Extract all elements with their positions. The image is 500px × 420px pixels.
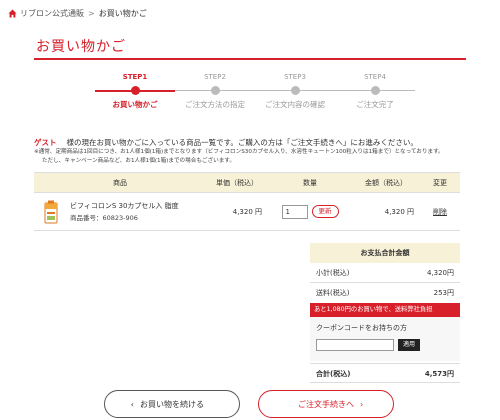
home-icon[interactable] [8, 8, 17, 18]
step-label: ご注文方法の指定 [185, 100, 245, 109]
step-label: ご注文内容の確認 [265, 100, 325, 109]
subtotal-value: 4,320円 [426, 269, 454, 277]
title-divider [34, 58, 466, 60]
step-dot [210, 86, 220, 95]
coupon-apply-button[interactable]: 適用 [398, 339, 421, 351]
product-code: 商品番号：60823-906 [70, 214, 138, 222]
page-title: お買い物かご [36, 39, 126, 55]
step-4: STEP4 ご注文完了 [335, 72, 415, 110]
col-header-unit-price: 単価（税込） [206, 172, 268, 193]
change-cell: 削除 [420, 192, 460, 231]
notice-note-1: ※通常、定期商品は1回目につき、お1人様1個(1箱)までとなります（ビフィコロン… [34, 149, 444, 155]
breadcrumb-current: お買い物かご [98, 8, 147, 18]
update-button[interactable]: 更新 [311, 205, 339, 218]
subtotal-label: 小計(税込) [316, 269, 350, 277]
amount: 4,320 円 [352, 192, 420, 231]
total-label: 合計(税込) [316, 370, 351, 378]
proceed-checkout-label: ご注文手続きへ [298, 399, 354, 409]
total-row: 合計(税込) 4,573円 [310, 363, 460, 383]
shipping-value: 253円 [433, 289, 454, 297]
step-2: STEP2 ご注文方法の指定 [175, 72, 255, 110]
step-label: ご注文完了 [356, 100, 394, 109]
step-number: STEP3 [284, 73, 306, 81]
coupon-label: クーポンコードをお持ちの方 [316, 324, 407, 332]
payment-summary: お支払合計金額 小計(税込) 4,320円 送料(税込) 253円 あと1,08… [310, 243, 460, 383]
product-thumbnail[interactable] [44, 200, 58, 224]
notice-main-text: 様の現在お買い物かごに入っている商品一覧です。ご購入の方は「ご注文手続きへ」にお… [66, 138, 418, 147]
step-3: STEP3 ご注文内容の確認 [255, 72, 335, 110]
step-number: STEP4 [364, 73, 386, 81]
table-row: ビフィコロンS 30カプセル入 脂度 商品番号：60823-906 4,320 … [34, 192, 460, 231]
col-header-quantity: 数量 [268, 172, 352, 193]
breadcrumb: リブロン公式通販 > お買い物かご [8, 6, 147, 20]
step-dot [290, 86, 300, 95]
product-cell: ビフィコロンS 30カプセル入 脂度 商品番号：60823-906 [34, 192, 206, 231]
quantity-cell: 1 更新 [268, 192, 352, 231]
proceed-checkout-button[interactable]: › ご注文手続きへ › [258, 390, 394, 418]
step-number: STEP2 [204, 73, 226, 81]
table-header-row: 商品 単価（税込） 数量 金額（税込） 変更 [34, 172, 460, 193]
chevron-right-icon: › [360, 399, 364, 409]
summary-title: お支払合計金額 [310, 243, 460, 263]
coupon-code-input[interactable] [316, 339, 394, 351]
total-value: 4,573円 [424, 370, 454, 378]
cart-table: 商品 単価（税込） 数量 金額（税込） 変更 ビフィコロンS 30カプセル入 脂… [34, 172, 460, 231]
shipping-label: 送料(税込) [316, 289, 350, 297]
step-1: STEP1 お買い物かご [95, 72, 175, 110]
subtotal-row: 小計(税込) 4,320円 [310, 263, 460, 283]
step-label: お買い物かご [112, 100, 158, 109]
continue-shopping-button[interactable]: ‹ お買い物を続ける ‹ [104, 390, 240, 418]
quantity-input[interactable]: 1 [281, 204, 308, 219]
product-name[interactable]: ビフィコロンS 30カプセル入 脂度 [70, 201, 179, 212]
free-shipping-alert: あと1,080円のお買い物で、送料弊社負担 [310, 303, 460, 317]
cart-notice: ゲスト 様の現在お買い物かごに入っている商品一覧です。ご購入の方は「ご注文手続きへ… [34, 137, 474, 166]
guest-label: ゲスト [34, 138, 57, 147]
breadcrumb-home-link[interactable]: リブロン公式通販 [20, 8, 84, 19]
notice-note-2: ただし、キャンペーン商品など、お1人様1個(1箱)までの場合もございます。 [42, 158, 235, 164]
continue-shopping-label: お買い物を続ける [140, 399, 204, 409]
chevron-left-icon: ‹ [130, 399, 134, 409]
step-dot [370, 86, 380, 95]
delete-link[interactable]: 削除 [433, 208, 447, 216]
step-progress: STEP1 お買い物かご STEP2 ご注文方法の指定 STEP3 ご注文内容の… [95, 72, 415, 112]
col-header-amount: 金額（税込） [352, 172, 420, 193]
breadcrumb-separator: > [88, 8, 95, 18]
shipping-row: 送料(税込) 253円 [310, 283, 460, 303]
step-number: STEP1 [122, 73, 148, 81]
coupon-section: クーポンコードをお持ちの方 適用 [310, 317, 460, 361]
unit-price: 4,320 円 [206, 192, 268, 231]
step-dot [130, 86, 140, 95]
col-header-change: 変更 [420, 172, 460, 193]
col-header-product: 商品 [34, 172, 206, 193]
